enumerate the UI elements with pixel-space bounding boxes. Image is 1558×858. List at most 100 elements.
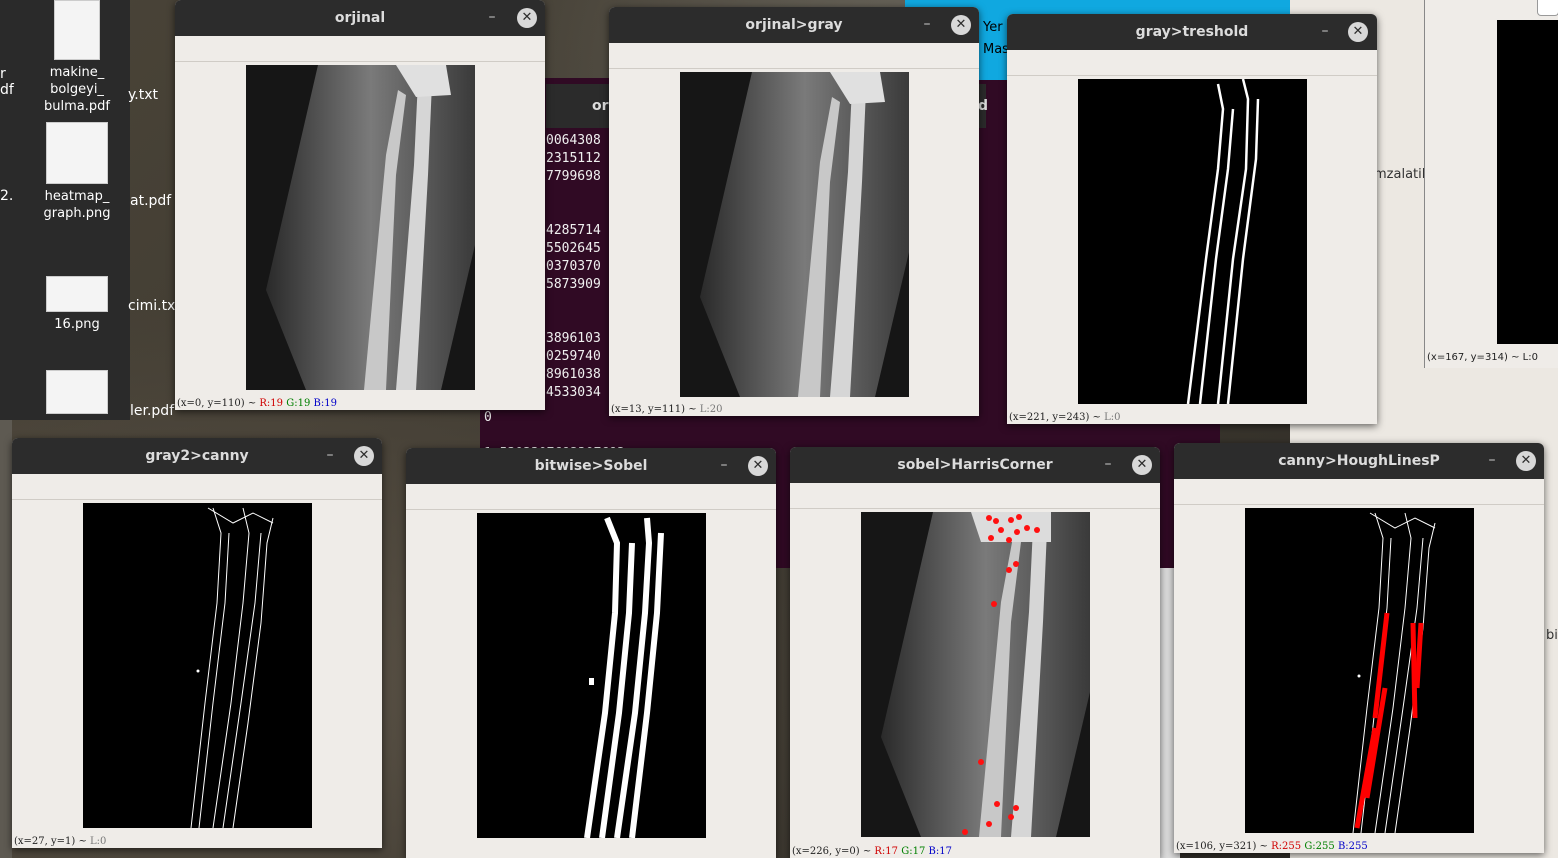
desktop-file-label: heatmap_ graph.png [43, 189, 111, 221]
partial-window-button[interactable] [1537, 0, 1558, 16]
desktop-file-label: makine_ bolgeyi_ bulma.pdf [44, 65, 110, 114]
desktop-file-heatmap[interactable]: heatmap_ graph.png [32, 122, 122, 222]
partial-label: y.txt [128, 87, 159, 103]
close-icon[interactable]: ✕ [951, 15, 971, 35]
image-canvas[interactable] [246, 65, 475, 390]
window-toolbar [406, 484, 776, 510]
status-position: (x=226, y=0) ~ [792, 846, 875, 857]
window-toolbar [12, 474, 382, 500]
partial-label: 2. [0, 188, 14, 204]
minimize-icon[interactable]: – [715, 456, 733, 474]
window-statusbar: (x=27, y=1) ~ L:0 [14, 836, 106, 848]
image-canvas[interactable] [1078, 79, 1307, 404]
window-titlebar[interactable]: sobel>HarrisCorner – ✕ [790, 447, 1160, 483]
status-position: (x=0, y=110) ~ [177, 398, 260, 409]
image-canvas[interactable] [680, 72, 909, 397]
status-position: (x=27, y=1) ~ [14, 836, 91, 847]
pdf-file-icon [54, 0, 100, 60]
status-green: G:19 [286, 398, 311, 409]
status-position: (x=221, y=243) ~ [1009, 412, 1105, 423]
window-orjinal-gray[interactable]: orjinal>gray – ✕ (x=13, y=111) ~ L:20 [609, 7, 979, 416]
minimize-icon[interactable]: – [918, 15, 936, 33]
close-icon[interactable]: ✕ [354, 446, 374, 466]
status-blue: B:17 [928, 846, 952, 857]
desktop-file-pdf[interactable]: makine_ bolgeyi_ bulma.pdf [32, 0, 122, 115]
status-position: (x=106, y=321) ~ [1176, 841, 1272, 852]
minimize-icon[interactable]: – [321, 446, 339, 464]
partial-opencv-window[interactable]: (x=167, y=314) ~ L:0 [1424, 0, 1558, 368]
window-titlebar[interactable]: canny>HoughLinesP – ✕ [1174, 443, 1544, 479]
window-gray-treshold[interactable]: gray>treshold – ✕ (x=221, y=243) ~ L:0 [1007, 14, 1377, 424]
window-statusbar: (x=0, y=110) ~ R:19 G:19 B:19 [177, 398, 337, 410]
image-canvas[interactable] [477, 513, 706, 838]
status-red: R:17 [874, 846, 899, 857]
grayscale-xray-image [680, 72, 909, 397]
status-red: R:255 [1271, 841, 1302, 852]
partial-label: df [0, 82, 14, 98]
minimize-icon[interactable]: – [483, 8, 501, 26]
terminal-title-right: d [978, 98, 989, 114]
image-file-icon [46, 122, 108, 184]
window-titlebar[interactable]: orjinal>gray – ✕ [609, 7, 979, 43]
blue-text-1: Yer [983, 20, 1003, 35]
window-titlebar[interactable]: gray2>canny – ✕ [12, 438, 382, 474]
status-red: R:19 [259, 398, 284, 409]
desktop-file-label: 16.png [54, 317, 100, 332]
status-green: G:255 [1304, 841, 1335, 852]
canny-edge-image [83, 503, 312, 828]
status-luminance: L:0 [1104, 412, 1121, 423]
desktop-file-16png[interactable]: 16.png [32, 276, 122, 333]
desktop-file-heat2[interactable] [32, 370, 122, 418]
right-bg-text-2: bi [1546, 628, 1558, 643]
partial-label: r [0, 66, 6, 82]
window-statusbar: (x=106, y=321) ~ R:255 G:255 B:255 [1176, 841, 1368, 853]
window-toolbar [1174, 479, 1544, 505]
close-icon[interactable]: ✕ [1516, 451, 1536, 471]
minimize-icon[interactable]: – [1316, 22, 1334, 40]
image-file-icon [46, 370, 108, 414]
window-toolbar [790, 483, 1160, 509]
minimize-icon[interactable]: – [1483, 451, 1501, 469]
status-position: (x=13, y=111) ~ [611, 404, 700, 415]
close-icon[interactable]: ✕ [517, 8, 537, 28]
close-icon[interactable]: ✕ [1132, 455, 1152, 475]
terminal-title-left: or [592, 98, 609, 114]
partial-label: ler.pdf [130, 403, 175, 419]
sobel-image [477, 513, 706, 838]
window-gray2-canny[interactable]: gray2>canny – ✕ (x=27, y=1) ~ L:0 [12, 438, 382, 848]
harris-corner-image [861, 512, 1090, 837]
threshold-image [1078, 79, 1307, 404]
terminal-output: 0064308 2315112 7799698 4285714 5502645 … [546, 133, 601, 400]
minimize-icon[interactable]: – [1099, 455, 1117, 473]
window-titlebar[interactable]: gray>treshold – ✕ [1007, 14, 1377, 50]
close-icon[interactable]: ✕ [748, 456, 768, 476]
image-canvas[interactable] [1245, 508, 1474, 833]
image-file-icon [46, 276, 108, 312]
partial-window-status: (x=167, y=314) ~ L:0 [1427, 352, 1538, 363]
window-toolbar [609, 43, 979, 69]
image-canvas[interactable] [83, 503, 312, 828]
desktop-strip [0, 420, 12, 858]
window-titlebar[interactable]: bitwise>Sobel – ✕ [406, 448, 776, 484]
right-bg-text: mzalatil [1374, 167, 1426, 182]
window-canny-hough[interactable]: canny>HoughLinesP – ✕ (x=106, y=321) ~ R… [1174, 443, 1544, 853]
window-bitwise-sobel[interactable]: bitwise>Sobel – ✕ [406, 448, 776, 858]
window-sobel-harris[interactable]: sobel>HarrisCorner – ✕ (x=226, y=0) ~ R:… [790, 447, 1160, 858]
image-canvas[interactable] [861, 512, 1090, 837]
status-blue: B:255 [1337, 841, 1368, 852]
window-toolbar [1007, 50, 1377, 76]
window-toolbar [175, 36, 545, 62]
window-orjinal[interactable]: orjinal – ✕ (x=0, y=110) ~ R:19 G:19 B:1… [175, 0, 545, 410]
window-statusbar: (x=226, y=0) ~ R:17 G:17 B:17 [792, 846, 952, 858]
hough-lines-image [1245, 508, 1474, 833]
status-blue: B:19 [313, 398, 337, 409]
partial-label: cimi.txt [128, 298, 181, 314]
partial-window-canvas [1497, 20, 1558, 344]
window-statusbar: (x=13, y=111) ~ L:20 [611, 404, 723, 416]
close-icon[interactable]: ✕ [1348, 22, 1368, 42]
window-statusbar: (x=221, y=243) ~ L:0 [1009, 412, 1121, 424]
xray-image [246, 65, 475, 390]
status-green: G:17 [901, 846, 926, 857]
blue-text-2: Mas [983, 42, 1009, 57]
window-titlebar[interactable]: orjinal – ✕ [175, 0, 545, 36]
